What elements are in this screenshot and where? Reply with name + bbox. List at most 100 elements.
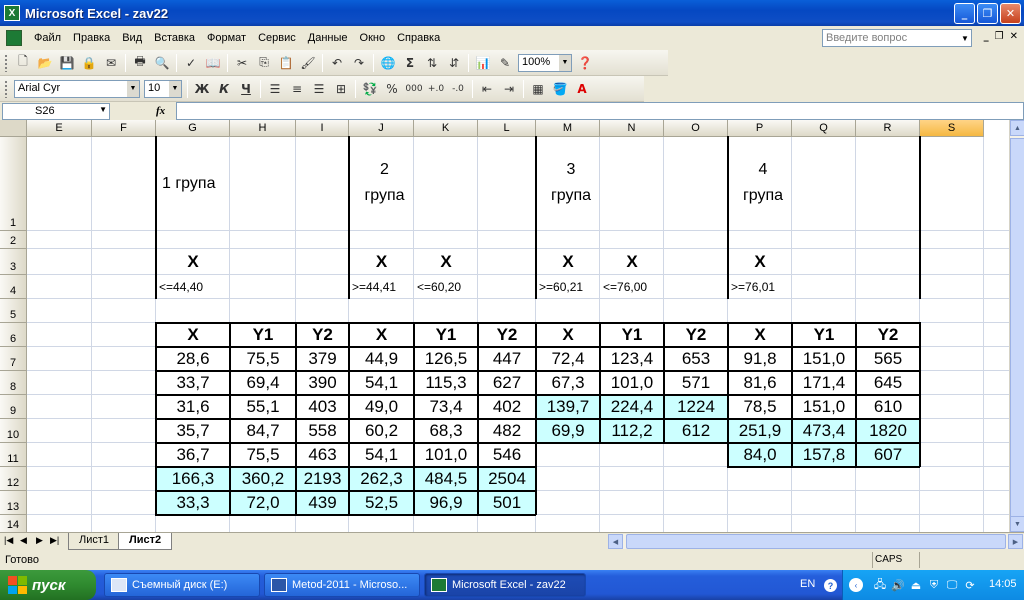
column-header-j[interactable]: J <box>349 120 414 137</box>
language-indicator[interactable]: EN <box>800 578 815 590</box>
menu-edit[interactable]: Правка <box>67 30 116 46</box>
cell-j11[interactable]: 54,1 <box>349 443 414 467</box>
zoom-select[interactable]: 100% ▼ <box>518 53 572 72</box>
cell-n3[interactable]: X <box>600 249 664 275</box>
paste-icon[interactable]: 📋 <box>276 53 296 73</box>
cell-l11[interactable]: 546 <box>478 443 536 467</box>
column-header-h[interactable]: H <box>230 120 296 137</box>
help-icon[interactable]: ❓ <box>575 53 595 73</box>
cell-k6[interactable]: Y1 <box>414 323 478 347</box>
cell-o10[interactable]: 612 <box>664 419 728 443</box>
cell-i12[interactable]: 2193 <box>296 467 349 491</box>
cell-r6[interactable]: Y2 <box>856 323 920 347</box>
email-icon[interactable]: ✉ <box>101 53 121 73</box>
thousands-button[interactable]: 000 <box>404 79 424 99</box>
row-header-4[interactable]: 4 <box>0 275 27 299</box>
print-preview-icon[interactable]: 🔍 <box>152 53 172 73</box>
cell-p4[interactable]: >=76,01 <box>728 275 792 299</box>
task-word-document[interactable]: Metod-2011 - Microso... <box>264 573 420 597</box>
cell-r8[interactable]: 645 <box>856 371 920 395</box>
cell-h9[interactable]: 55,1 <box>230 395 296 419</box>
column-header-r[interactable]: R <box>856 120 920 137</box>
undo-icon[interactable]: ↶ <box>327 53 347 73</box>
task-removable-disk[interactable]: Съемный диск (E:) <box>104 573 260 597</box>
increase-indent-icon[interactable]: ⇥ <box>499 79 519 99</box>
cell-g11[interactable]: 36,7 <box>156 443 230 467</box>
cell-k7[interactable]: 126,5 <box>414 347 478 371</box>
doc-close-button[interactable]: ✕ <box>1010 31 1018 42</box>
column-header-m[interactable]: M <box>536 120 600 137</box>
print-icon[interactable]: 🖶 <box>130 53 150 73</box>
update-icon[interactable]: ⟳ <box>963 578 977 592</box>
chevron-down-icon[interactable]: ▼ <box>169 80 181 97</box>
cell-i13[interactable]: 439 <box>296 491 349 515</box>
cell-h13[interactable]: 72,0 <box>230 491 296 515</box>
next-sheet-icon[interactable]: ▶ <box>36 535 43 546</box>
italic-button[interactable]: К <box>214 79 234 99</box>
column-header-i[interactable]: I <box>296 120 349 137</box>
name-box[interactable]: S26 ▼ <box>2 102 110 120</box>
cell-j8[interactable]: 54,1 <box>349 371 414 395</box>
cell-m3[interactable]: X <box>536 249 600 275</box>
cell-p1[interactable]: 4 група <box>728 137 792 231</box>
vertical-scrollbar[interactable]: ▲ ▼ <box>1009 120 1024 532</box>
scroll-left-icon[interactable]: ◀ <box>608 534 623 549</box>
cell-g13[interactable]: 33,3 <box>156 491 230 515</box>
cell-j6[interactable]: X <box>349 323 414 347</box>
menu-file[interactable]: Файл <box>28 30 67 46</box>
security-icon[interactable]: ⛨ <box>927 578 941 592</box>
cell-l10[interactable]: 482 <box>478 419 536 443</box>
cell-h7[interactable]: 75,5 <box>230 347 296 371</box>
align-center-icon[interactable]: ≡ <box>287 79 307 99</box>
decrease-indent-icon[interactable]: ⇤ <box>477 79 497 99</box>
network-icon[interactable]: 🖧 <box>873 578 887 592</box>
cell-o7[interactable]: 653 <box>664 347 728 371</box>
row-header-14[interactable]: 14 <box>0 515 27 532</box>
task-excel[interactable]: Microsoft Excel - zav22 <box>424 573 586 597</box>
cell-k10[interactable]: 68,3 <box>414 419 478 443</box>
column-header-q[interactable]: Q <box>792 120 856 137</box>
doc-minimize-button[interactable]: _ <box>984 31 989 42</box>
first-sheet-icon[interactable]: |◀ <box>4 535 13 546</box>
cell-p9[interactable]: 78,5 <box>728 395 792 419</box>
column-header-f[interactable]: F <box>92 120 156 137</box>
cell-g1[interactable]: 1 група <box>156 137 296 231</box>
cell-q9[interactable]: 151,0 <box>792 395 856 419</box>
font-color-icon[interactable]: A <box>572 79 592 99</box>
cell-m9[interactable]: 139,7 <box>536 395 600 419</box>
scroll-right-icon[interactable]: ▶ <box>1008 534 1023 549</box>
cell-h11[interactable]: 75,5 <box>230 443 296 467</box>
row-header-11[interactable]: 11 <box>0 443 27 467</box>
cell-g10[interactable]: 35,7 <box>156 419 230 443</box>
horizontal-scrollbar[interactable]: ◀ ▶ <box>608 534 1024 549</box>
cell-g8[interactable]: 33,7 <box>156 371 230 395</box>
cell-l6[interactable]: Y2 <box>478 323 536 347</box>
fill-color-icon[interactable]: 🪣 <box>550 79 570 99</box>
cell-r10[interactable]: 1820 <box>856 419 920 443</box>
align-left-icon[interactable]: ☰ <box>265 79 285 99</box>
cell-n7[interactable]: 123,4 <box>600 347 664 371</box>
cell-j9[interactable]: 49,0 <box>349 395 414 419</box>
cell-j4[interactable]: >=44,41 <box>349 275 414 299</box>
row-header-3[interactable]: 3 <box>0 249 27 275</box>
font-name-select[interactable]: Arial Cyr ▼ <box>14 79 140 98</box>
cell-q7[interactable]: 151,0 <box>792 347 856 371</box>
cell-j3[interactable]: X <box>349 249 414 275</box>
scroll-up-icon[interactable]: ▲ <box>1010 120 1024 136</box>
sheet-tab-list2[interactable]: Лист2 <box>118 533 173 550</box>
cell-o8[interactable]: 571 <box>664 371 728 395</box>
prev-sheet-icon[interactable]: ◀ <box>20 535 27 546</box>
row-header-10[interactable]: 10 <box>0 419 27 443</box>
decrease-decimal-icon[interactable]: -.0 <box>448 79 468 99</box>
cell-j1[interactable]: 2 група <box>349 137 414 231</box>
close-button[interactable]: ✕ <box>1000 3 1021 24</box>
increase-decimal-icon[interactable]: +.0 <box>426 79 446 99</box>
row-header-1[interactable]: 1 <box>0 137 27 231</box>
cell-k13[interactable]: 96,9 <box>414 491 478 515</box>
column-header-o[interactable]: O <box>664 120 728 137</box>
cell-m10[interactable]: 69,9 <box>536 419 600 443</box>
cell-q11[interactable]: 157,8 <box>792 443 856 467</box>
column-header-k[interactable]: K <box>414 120 478 137</box>
open-folder-icon[interactable]: 📂 <box>35 53 55 73</box>
cell-n8[interactable]: 101,0 <box>600 371 664 395</box>
